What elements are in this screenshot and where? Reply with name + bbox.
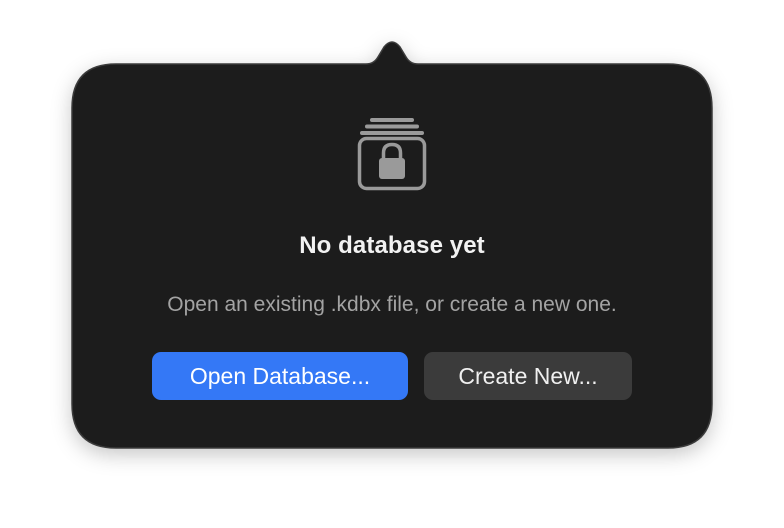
open-database-button[interactable]: Open Database... bbox=[152, 352, 408, 400]
stage: No database yet Open an existing .kdbx f… bbox=[0, 0, 784, 528]
empty-state-subtitle: Open an existing .kdbx file, or create a… bbox=[167, 293, 617, 316]
empty-database-popover: No database yet Open an existing .kdbx f… bbox=[72, 64, 712, 448]
empty-state-title: No database yet bbox=[299, 232, 485, 259]
locked-database-icon bbox=[357, 118, 427, 191]
create-new-button[interactable]: Create New... bbox=[424, 352, 632, 400]
